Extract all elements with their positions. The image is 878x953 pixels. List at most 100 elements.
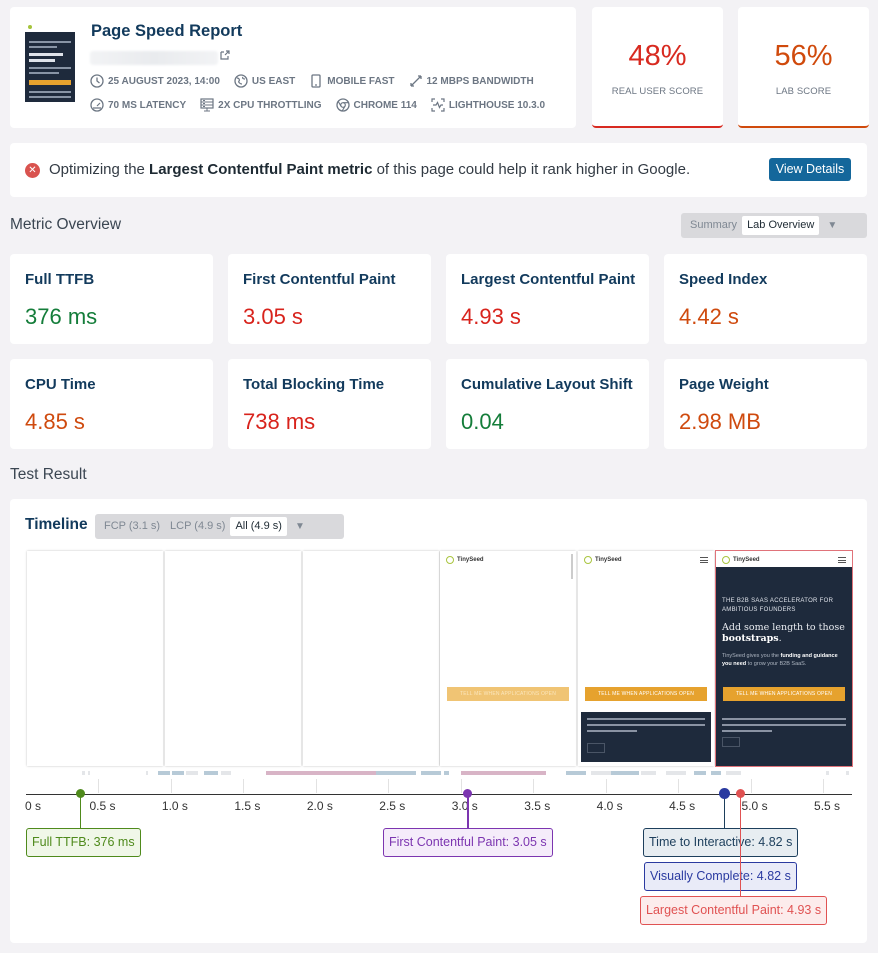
activity-segment [376,771,416,775]
globe-icon [234,74,248,88]
axis-tick-label: 4.5 s [669,799,696,813]
axis-tick [533,779,535,793]
axis-tick-label: 3.0 s [451,799,478,813]
view-details-button[interactable]: View Details [769,158,851,181]
axis-tick-label: 2.0 s [306,799,333,813]
marker-dot[interactable] [735,789,745,798]
test-location: US East [234,73,295,89]
axis-tick-label: 5.5 s [814,799,841,813]
filmstrip-frame[interactable]: TinySeed TELL ME WHEN APPLICATIONS OPEN [440,551,576,766]
marker-line [467,794,469,828]
marker-dot[interactable] [463,789,473,798]
metric-card-total-blocking-time[interactable]: Total Blocking Time 738 ms [228,359,431,449]
report-title: Page Speed Report [91,22,243,40]
metric-card-first-contentful-paint[interactable]: First Contentful Paint 3.05 s [228,254,431,344]
metric-card-cpu-time[interactable]: CPU Time 4.85 s [10,359,213,449]
test-device: Mobile Fast [309,73,395,89]
test-browser: Chrome 114 [335,97,417,113]
report-header-card: Page Speed Report 25 August 2023, 14:00 … [10,7,576,128]
timeline-axis: 0 s 0.5 s 1.0 s 1.5 s 2.0 s 2.5 s 3.0 s 3.5 s 4.… [10,778,867,938]
toggle-all[interactable]: All (4.9 s) [230,517,287,536]
activity-segment [158,771,170,775]
toggle-summary[interactable]: Summary [685,216,742,235]
marker-label-time-to-interactive[interactable]: Time to Interactive: 4.82 s [643,828,799,857]
marker-label-first-contentful-paint[interactable]: First Contentful Paint: 3.05 s [382,828,553,857]
axis-tick [243,779,245,793]
activity-segment [444,771,449,775]
test-date: 25 August 2023, 14:00 [90,73,220,89]
activity-segment [611,771,639,775]
axis-tick-label: 5.0 s [741,799,768,813]
dropdown-caret-icon[interactable]: ▼ [819,220,843,231]
chrome-icon [335,98,350,112]
metric-overview-title: Metric Overview [10,216,122,233]
tinyseed-logo: TinySeed [584,556,622,564]
marker-label-full-ttfb[interactable]: Full TTFB: 376 ms [26,828,141,857]
network-activity-strip [26,771,852,776]
metric-value: 376 ms [25,304,98,329]
hamburger-menu-icon [838,557,846,563]
marker-label-visually-complete[interactable]: Visually Complete: 4.82 s [644,862,797,891]
real-user-score-card[interactable]: 48% Real User Score [592,7,723,128]
bandwidth-icon [409,75,422,87]
marker-dot[interactable] [718,788,730,799]
marker-dot[interactable] [75,789,85,798]
activity-segment [266,771,376,775]
metric-label: Full TTFB [25,271,95,288]
filmstrip-frame-lcp[interactable]: TinySeed THE B2B SAAS ACCELERATOR FOR AM… [716,551,852,766]
metric-card-speed-index[interactable]: Speed Index 4.42 s [664,254,867,344]
recommendation-banner: ✕ Optimizing the Largest Contentful Pain… [10,143,867,197]
activity-segment [421,771,441,775]
test-settings-row-2: 70 ms Latency 2x CPU Throttling Chrome 1… [90,97,559,113]
metric-value: 2.98 MB [679,409,761,434]
activity-segment [461,771,546,775]
dropdown-caret-icon[interactable]: ▼ [287,521,311,532]
timeline-title: Timeline [25,516,88,533]
toggle-fcp[interactable]: FCP (3.1 s) [99,517,165,536]
axis-tick-label: 3.5 s [524,799,551,813]
toggle-lab-overview[interactable]: Lab Overview [742,216,820,235]
lab-score-label: Lab Score [775,86,832,97]
activity-segment [221,771,231,775]
filmstrip-frame[interactable] [303,551,439,766]
filmstrip-frame[interactable]: TinySeed TELL ME WHEN APPLICATIONS OPEN [578,551,714,766]
frame-cta-button: TELL ME WHEN APPLICATIONS OPEN [447,687,569,701]
axis-tick [605,779,607,793]
filmstrip-frame[interactable] [165,551,301,766]
metric-value: 3.05 s [243,304,303,329]
test-settings-row-1: 25 August 2023, 14:00 US East Mobile Fas… [90,73,548,89]
cpu-icon [200,98,214,112]
cookie-ok-button [722,737,740,747]
frame-cta-button: TELL ME WHEN APPLICATIONS OPEN [723,687,845,701]
filmstrip-frame[interactable] [27,551,163,766]
axis-tick [388,779,390,793]
metric-card-page-weight[interactable]: Page Weight 2.98 MB [664,359,867,449]
test-bandwidth: 12 Mbps Bandwidth [409,73,534,89]
metric-label: Page Weight [679,376,769,393]
metric-value: 738 ms [243,409,316,434]
activity-segment [88,771,90,775]
tinyseed-logo: TinySeed [722,556,760,564]
page-url-blurred[interactable] [90,51,218,65]
external-link-icon[interactable] [219,49,231,61]
axis-tick-label: 1.0 s [161,799,188,813]
marker-label-largest-contentful-paint[interactable]: Largest Contentful Paint: 4.93 s [640,896,828,925]
activity-segment [82,771,85,775]
activity-segment [172,771,184,775]
metric-card-full-ttfb[interactable]: Full TTFB 376 ms [10,254,213,344]
cookie-ok-button [587,743,605,753]
page-screenshot-thumbnail[interactable] [25,23,75,102]
metric-card-largest-contentful-paint[interactable]: Largest Contentful Paint 4.93 s [446,254,649,344]
activity-segment [204,771,218,775]
lab-score-card[interactable]: 56% Lab Score [738,7,869,128]
axis-tick-label: 0 s [25,799,42,813]
metric-label: Speed Index [679,271,768,288]
marker-line [723,794,726,828]
test-result-card: Timeline FCP (3.1 s) LCP (4.9 s) All (4.… [10,499,867,943]
activity-segment [666,771,686,775]
toggle-lcp[interactable]: LCP (4.9 s) [165,517,230,536]
axis-tick-label: 2.5 s [379,799,406,813]
test-result-title: Test Result [10,466,87,483]
activity-segment [566,771,586,775]
metric-card-cumulative-layout-shift[interactable]: Cumulative Layout Shift 0.04 [446,359,649,449]
